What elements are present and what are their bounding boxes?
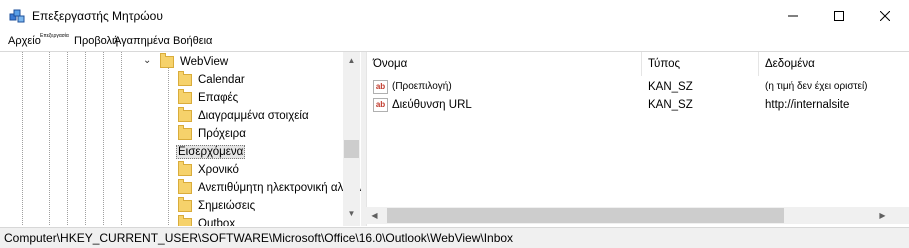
- menu-bar: Αρχείο Επεξεργασία Προβολή Αγαπημένα Βοή…: [0, 31, 909, 51]
- registry-editor-icon: [9, 9, 25, 23]
- tree-guide-line: [22, 52, 23, 226]
- maximize-icon: [834, 10, 844, 21]
- tree-item-label: Πρόχειρα: [198, 128, 246, 140]
- tree-item-label: Χρονικό: [198, 164, 239, 176]
- tree-item-inbox[interactable]: Εισερχόμενα: [176, 143, 246, 161]
- tree-vertical-scrollbar[interactable]: ▲ ▼: [343, 52, 360, 226]
- tree-item-label: Διαγραμμένα στοιχεία: [198, 110, 309, 122]
- menu-favorites[interactable]: Αγαπημένα: [114, 35, 170, 47]
- tree-item-calendar[interactable]: Calendar: [178, 71, 245, 89]
- scroll-thumb[interactable]: [387, 208, 784, 223]
- folder-icon: [178, 215, 192, 226]
- scroll-up-arrow-icon[interactable]: ▲: [343, 52, 360, 69]
- tree-item-drafts[interactable]: Πρόχειρα: [178, 125, 246, 143]
- tree-item-label: Calendar: [198, 74, 245, 86]
- menu-file[interactable]: Αρχείο: [8, 35, 41, 47]
- title-bar: Επεξεργαστής Μητρώου: [0, 0, 909, 31]
- folder-icon: [178, 71, 192, 86]
- tree-guide-line: [49, 52, 50, 226]
- tree-pane[interactable]: ⌄ WebView Calendar Επαφές Διαγραμμένα στ…: [0, 52, 361, 226]
- value-data: (η τιμή δεν έχει οριστεί): [765, 81, 868, 92]
- scroll-right-arrow-icon[interactable]: ▶: [874, 207, 891, 224]
- tree-item-label: Επαφές: [198, 92, 239, 104]
- string-value-icon: ab: [373, 98, 388, 112]
- folder-icon: [178, 179, 192, 194]
- value-type: KAN_SZ: [648, 99, 693, 111]
- menu-edit[interactable]: Επεξεργασία: [40, 33, 69, 39]
- close-icon: [880, 10, 890, 21]
- tree-guide-line: [85, 52, 86, 226]
- folder-icon: [160, 53, 174, 68]
- minimize-button[interactable]: [770, 0, 816, 31]
- tree-item-label: WebView: [180, 56, 229, 68]
- folder-icon: [178, 197, 192, 212]
- status-bar: Computer\HKEY_CURRENT_USER\SOFTWARE\Micr…: [0, 227, 909, 248]
- value-row[interactable]: ab Διεύθυνση URL KAN_SZ http://internals…: [367, 97, 909, 115]
- tree-item-label-selected: Εισερχόμενα: [176, 145, 246, 159]
- column-header-type[interactable]: Τύπος: [642, 52, 759, 76]
- folder-icon: [178, 161, 192, 176]
- tree-item-outbox[interactable]: Outbox: [178, 215, 235, 226]
- value-name: (Προεπιλογή): [392, 81, 452, 92]
- menu-help[interactable]: Βοήθεια: [173, 35, 212, 47]
- value-data: http://internalsite: [765, 99, 850, 111]
- values-list-pane[interactable]: Όνομα Τύπος Δεδομένα ab (Προεπιλογή) KAN…: [366, 52, 909, 226]
- tree-item-label: Outbox: [198, 218, 236, 226]
- tree-item-notes[interactable]: Σημειώσεις: [178, 197, 255, 215]
- column-header-name[interactable]: Όνομα: [367, 52, 642, 76]
- window-title: Επεξεργαστής Μητρώου: [32, 9, 163, 23]
- tree-guide-line: [121, 52, 122, 226]
- minimize-icon: [788, 15, 798, 16]
- scroll-left-arrow-icon[interactable]: ◀: [366, 207, 383, 224]
- string-value-icon: ab: [373, 80, 388, 94]
- tree-item-deleted-items[interactable]: Διαγραμμένα στοιχεία: [178, 107, 309, 125]
- tree-guide-line: [103, 52, 104, 226]
- value-type: KAN_SZ: [648, 81, 693, 93]
- scroll-thumb[interactable]: [344, 140, 359, 158]
- tree-item-journal[interactable]: Χρονικό: [178, 161, 239, 179]
- menu-view[interactable]: Προβολή: [74, 35, 118, 47]
- scroll-down-arrow-icon[interactable]: ▼: [343, 205, 360, 222]
- list-horizontal-scrollbar[interactable]: ◀ ▶: [366, 207, 909, 224]
- close-button[interactable]: [862, 0, 908, 31]
- tree-item-label: Σημειώσεις: [198, 200, 256, 212]
- maximize-button[interactable]: [816, 0, 862, 31]
- column-header-data[interactable]: Δεδομένα: [759, 52, 909, 76]
- tree-guide-line: [67, 52, 68, 226]
- tree-guide-line: [168, 68, 169, 226]
- folder-icon: [178, 125, 192, 140]
- collapse-chevron-icon[interactable]: ⌄: [143, 55, 151, 66]
- registry-path: Computer\HKEY_CURRENT_USER\SOFTWARE\Micr…: [4, 231, 514, 245]
- tree-item-webview[interactable]: WebView: [160, 53, 228, 71]
- value-row[interactable]: ab (Προεπιλογή) KAN_SZ (η τιμή δεν έχει …: [367, 79, 909, 97]
- tree-item-junk-email[interactable]: Ανεπιθύμητη ηλεκτρονική αλληλογραφία: [178, 179, 361, 197]
- tree-item-contacts[interactable]: Επαφές: [178, 89, 238, 107]
- folder-icon: [178, 107, 192, 122]
- folder-icon: [178, 89, 192, 104]
- value-name: Διεύθυνση URL: [392, 99, 472, 111]
- tree-item-label: Ανεπιθύμητη ηλεκτρονική αλληλογραφία: [198, 182, 361, 194]
